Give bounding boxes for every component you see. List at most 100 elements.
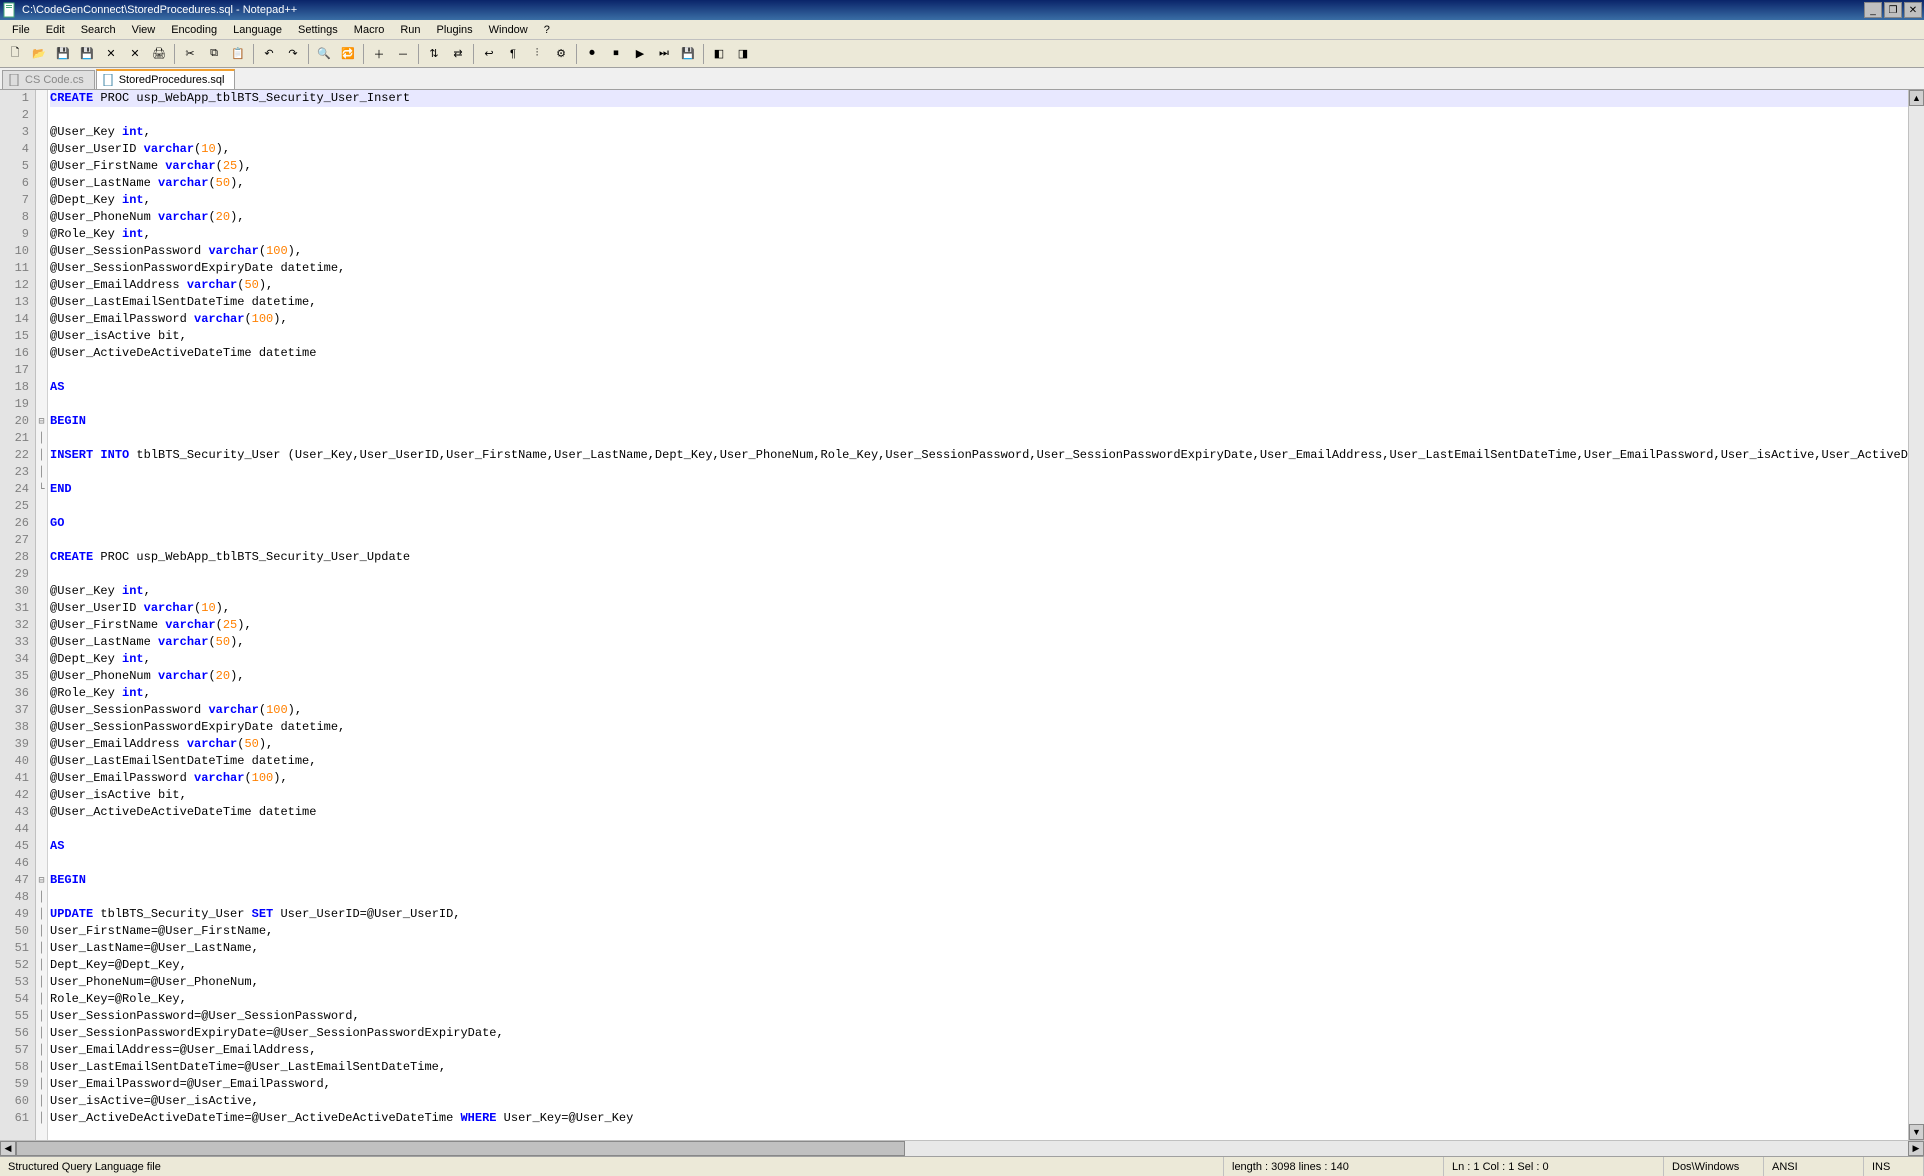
code-line[interactable]: INSERT INTO tblBTS_Security_User (User_K…	[50, 447, 1908, 464]
code-line[interactable]: @User_PhoneNum varchar(20),	[50, 209, 1908, 226]
fold-marker[interactable]	[36, 243, 47, 260]
fold-marker[interactable]	[36, 90, 47, 107]
minimize-button[interactable]: _	[1864, 2, 1882, 18]
menu-edit[interactable]: Edit	[38, 22, 73, 38]
code-line[interactable]: @User_UserID varchar(10),	[50, 141, 1908, 158]
fold-marker[interactable]: │	[36, 906, 47, 923]
fold-marker[interactable]	[36, 566, 47, 583]
print-icon[interactable]: 🖨	[148, 43, 170, 65]
play-multi-icon[interactable]: ⏭	[653, 43, 675, 65]
code-line[interactable]: GO	[50, 515, 1908, 532]
code-line[interactable]	[50, 566, 1908, 583]
fold-marker[interactable]	[36, 685, 47, 702]
close-all-icon[interactable]: ✕	[124, 43, 146, 65]
code-line[interactable]: User_LastName=@User_LastName,	[50, 940, 1908, 957]
code-line[interactable]: User_SessionPassword=@User_SessionPasswo…	[50, 1008, 1908, 1025]
code-line[interactable]: @User_SessionPasswordExpiryDate datetime…	[50, 260, 1908, 277]
code-line[interactable]: @User_EmailAddress varchar(50),	[50, 736, 1908, 753]
scroll-down-icon[interactable]: ▼	[1909, 1124, 1924, 1140]
code-line[interactable]: User_PhoneNum=@User_PhoneNum,	[50, 974, 1908, 991]
plugin1-icon[interactable]: ◧	[708, 43, 730, 65]
fold-marker[interactable]: │	[36, 1042, 47, 1059]
fold-marker[interactable]	[36, 702, 47, 719]
fold-marker[interactable]	[36, 311, 47, 328]
fold-marker[interactable]	[36, 549, 47, 566]
code-line[interactable]: Dept_Key=@Dept_Key,	[50, 957, 1908, 974]
menu-file[interactable]: File	[4, 22, 38, 38]
code-line[interactable]: @User_SessionPassword varchar(100),	[50, 702, 1908, 719]
fold-marker[interactable]	[36, 804, 47, 821]
code-line[interactable]: @User_EmailPassword varchar(100),	[50, 311, 1908, 328]
code-line[interactable]: User_EmailPassword=@User_EmailPassword,	[50, 1076, 1908, 1093]
code-line[interactable]: @User_PhoneNum varchar(20),	[50, 668, 1908, 685]
fold-marker[interactable]	[36, 719, 47, 736]
code-line[interactable]	[50, 498, 1908, 515]
code-line[interactable]	[50, 464, 1908, 481]
menu-run[interactable]: Run	[392, 22, 428, 38]
code-line[interactable]: UPDATE tblBTS_Security_User SET User_Use…	[50, 906, 1908, 923]
fold-marker[interactable]: │	[36, 1093, 47, 1110]
zoom-out-icon[interactable]: －	[392, 43, 414, 65]
code-line[interactable]: @User_FirstName varchar(25),	[50, 158, 1908, 175]
save-all-icon[interactable]: 💾	[76, 43, 98, 65]
code-line[interactable]: END	[50, 481, 1908, 498]
code-line[interactable]: @User_LastEmailSentDateTime datetime,	[50, 753, 1908, 770]
fold-marker[interactable]	[36, 651, 47, 668]
code-line[interactable]: @Role_Key int,	[50, 685, 1908, 702]
tab-stored-procedures[interactable]: StoredProcedures.sql	[96, 69, 236, 89]
code-line[interactable]	[50, 889, 1908, 906]
find-icon[interactable]: 🔍	[313, 43, 335, 65]
fold-marker[interactable]	[36, 294, 47, 311]
user-lang-icon[interactable]: ⚙	[550, 43, 572, 65]
maximize-button[interactable]: ❐	[1884, 2, 1902, 18]
menu-encoding[interactable]: Encoding	[163, 22, 225, 38]
code-line[interactable]: User_ActiveDeActiveDateTime=@User_Active…	[50, 1110, 1908, 1127]
zoom-in-icon[interactable]: ＋	[368, 43, 390, 65]
fold-marker[interactable]	[36, 124, 47, 141]
sync-hscroll-icon[interactable]: ⇄	[447, 43, 469, 65]
fold-gutter[interactable]: ⊟│││└ ⊟││││││││││││││	[36, 90, 48, 1140]
play-macro-icon[interactable]: ▶	[629, 43, 651, 65]
fold-marker[interactable]	[36, 787, 47, 804]
code-line[interactable]: User_LastEmailSentDateTime=@User_LastEma…	[50, 1059, 1908, 1076]
code-line[interactable]: @User_EmailAddress varchar(50),	[50, 277, 1908, 294]
hscroll-track[interactable]	[16, 1141, 1908, 1156]
indent-guide-icon[interactable]: ⫶	[526, 43, 548, 65]
code-line[interactable]	[50, 362, 1908, 379]
fold-marker[interactable]	[36, 226, 47, 243]
code-line[interactable]	[50, 855, 1908, 872]
fold-marker[interactable]	[36, 209, 47, 226]
code-line[interactable]	[50, 430, 1908, 447]
code-line[interactable]: @User_LastName varchar(50),	[50, 175, 1908, 192]
fold-marker[interactable]	[36, 396, 47, 413]
replace-icon[interactable]: 🔁	[337, 43, 359, 65]
code-line[interactable]: @User_ActiveDeActiveDateTime datetime	[50, 345, 1908, 362]
menu-view[interactable]: View	[124, 22, 164, 38]
menu-window[interactable]: Window	[481, 22, 536, 38]
code-line[interactable]: CREATE PROC usp_WebApp_tblBTS_Security_U…	[50, 90, 1908, 107]
code-line[interactable]	[50, 532, 1908, 549]
fold-marker[interactable]: │	[36, 1008, 47, 1025]
fold-marker[interactable]	[36, 175, 47, 192]
fold-marker[interactable]: │	[36, 974, 47, 991]
code-line[interactable]: @User_LastName varchar(50),	[50, 634, 1908, 651]
fold-marker[interactable]	[36, 532, 47, 549]
fold-marker[interactable]: │	[36, 464, 47, 481]
code-line[interactable]: @User_ActiveDeActiveDateTime datetime	[50, 804, 1908, 821]
fold-marker[interactable]	[36, 277, 47, 294]
fold-marker[interactable]	[36, 192, 47, 209]
cut-icon[interactable]: ✂	[179, 43, 201, 65]
fold-marker[interactable]	[36, 141, 47, 158]
code-line[interactable]	[50, 396, 1908, 413]
code-line[interactable]: @User_LastEmailSentDateTime datetime,	[50, 294, 1908, 311]
sync-vscroll-icon[interactable]: ⇅	[423, 43, 445, 65]
code-line[interactable]: AS	[50, 838, 1908, 855]
code-line[interactable]	[50, 821, 1908, 838]
fold-marker[interactable]	[36, 668, 47, 685]
code-line[interactable]: CREATE PROC usp_WebApp_tblBTS_Security_U…	[50, 549, 1908, 566]
code-line[interactable]	[50, 107, 1908, 124]
fold-marker[interactable]: │	[36, 1025, 47, 1042]
menu-settings[interactable]: Settings	[290, 22, 346, 38]
menu-plugins[interactable]: Plugins	[429, 22, 481, 38]
code-line[interactable]: @User_SessionPassword varchar(100),	[50, 243, 1908, 260]
